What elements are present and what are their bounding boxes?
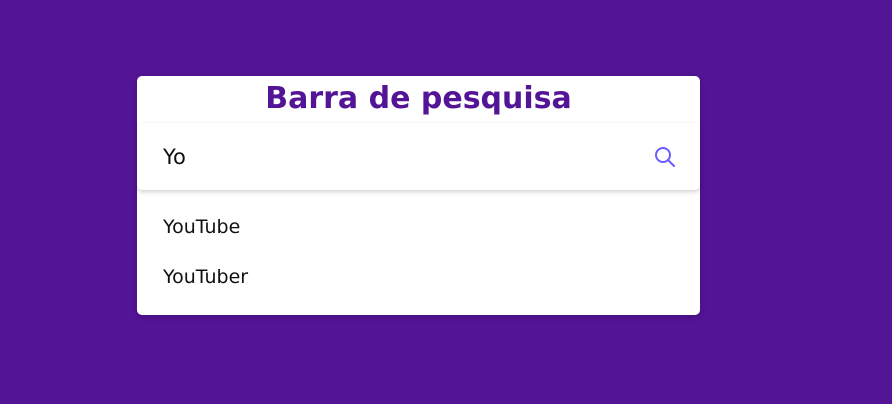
suggestions-list: YouTube YouTuber — [137, 202, 700, 302]
suggestion-item[interactable]: YouTuber — [137, 252, 700, 302]
page-background: Barra de pesquisa YouTube YouTuber — [0, 0, 892, 404]
search-card: Barra de pesquisa YouTube YouTuber — [137, 76, 700, 315]
page-title: Barra de pesquisa — [265, 81, 572, 116]
search-icon[interactable] — [652, 144, 678, 170]
search-bar — [137, 123, 700, 190]
suggestion-item[interactable]: YouTube — [137, 202, 700, 252]
search-input[interactable] — [163, 136, 652, 177]
